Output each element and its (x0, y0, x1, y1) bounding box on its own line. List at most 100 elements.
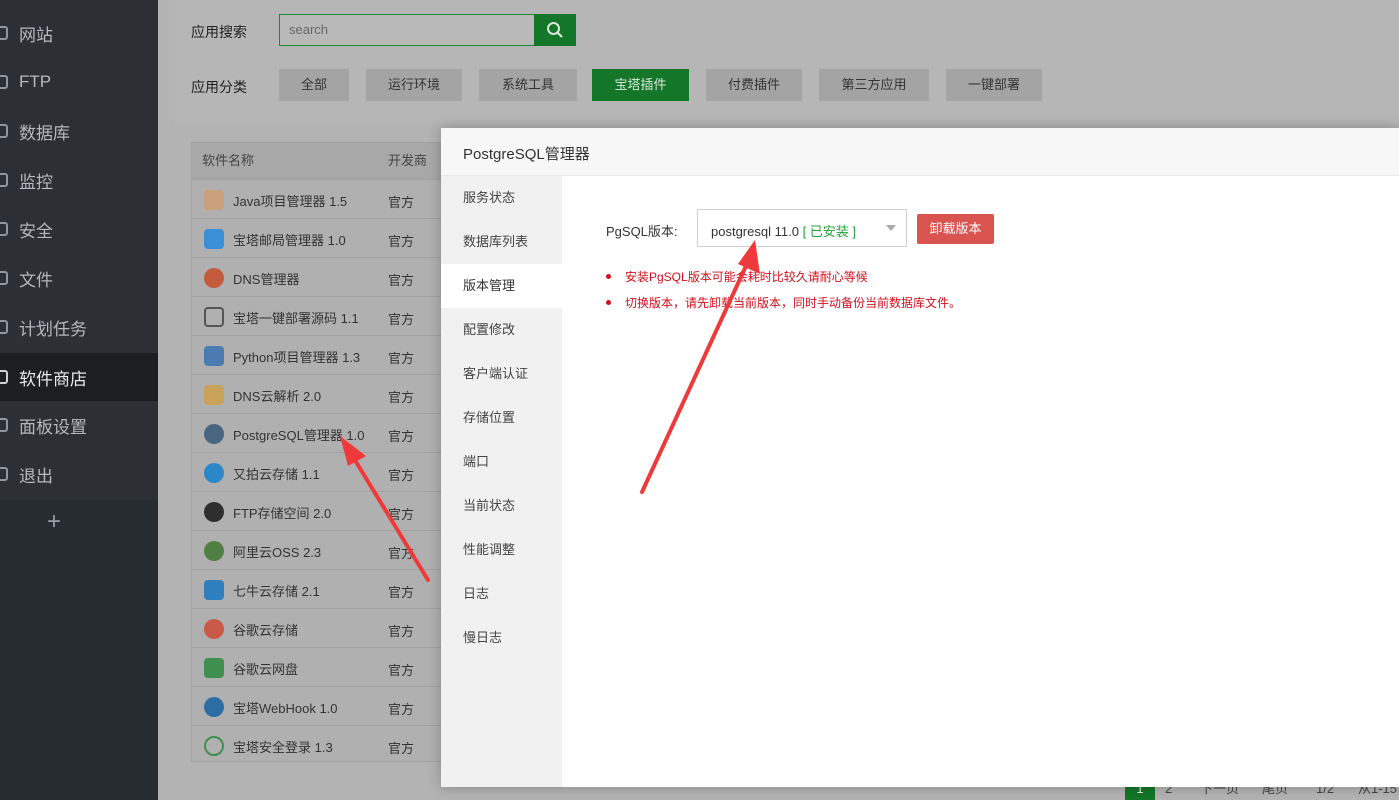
row-developer: 官方 (388, 624, 415, 639)
nav-current-status[interactable]: 当前状态 (441, 484, 562, 528)
nav-port[interactable]: 端口 (441, 440, 562, 484)
aliyun-oss-icon (204, 541, 224, 561)
sidebar-item-store[interactable]: 软件商店 (0, 353, 158, 401)
dns-icon (204, 268, 224, 288)
sidebar-item-label: 软件商店 (19, 369, 87, 389)
row-name: 又拍云存储 1.1 (233, 467, 320, 482)
row-developer: 官方 (388, 351, 415, 366)
nav-service-status[interactable]: 服务状态 (441, 176, 562, 220)
gear-icon (0, 418, 8, 432)
sidebar-item-monitor[interactable]: 监控 (0, 156, 158, 204)
row-developer: 官方 (388, 312, 415, 327)
sidebar-item-label: 安全 (19, 221, 53, 241)
table-row[interactable]: Python项目管理器 1.3 官方 (192, 335, 452, 374)
modal-nav: 服务状态 数据库列表 版本管理 配置修改 客户端认证 存储位置 端口 当前状态 … (441, 176, 562, 787)
row-developer: 官方 (388, 585, 415, 600)
category-system-tools[interactable]: 系统工具 (479, 69, 577, 101)
java-icon (204, 190, 224, 210)
category-bt-plugins[interactable]: 宝塔插件 (592, 69, 689, 101)
python-icon (204, 346, 224, 366)
nav-version-management[interactable]: 版本管理 (441, 264, 562, 308)
note-item: 安装PgSQL版本可能会耗时比较久请耐心等候 (606, 268, 961, 294)
sidebar-item-settings[interactable]: 面板设置 (0, 401, 158, 449)
sidebar-item-website[interactable]: 网站 (0, 9, 158, 57)
uninstall-version-button[interactable]: 卸载版本 (917, 214, 994, 244)
upyun-icon (204, 463, 224, 483)
table-row[interactable]: Java项目管理器 1.5 官方 (192, 179, 452, 218)
table-row[interactable]: 谷歌云网盘 官方 (192, 647, 452, 686)
sidebar-item-label: 计划任务 (19, 319, 87, 339)
grid-icon (0, 370, 8, 384)
category-paid-plugins[interactable]: 付费插件 (706, 69, 802, 101)
category-all[interactable]: 全部 (279, 69, 349, 101)
version-management-panel: PgSQL版本: postgresql 11.0 [ 已安装 ] 卸载版本 安装… (562, 176, 1399, 787)
table-row[interactable]: 宝塔邮局管理器 1.0 官方 (192, 218, 452, 257)
row-name: 七牛云存储 2.1 (233, 584, 320, 599)
row-name: 宝塔一键部署源码 1.1 (233, 311, 359, 326)
row-developer: 官方 (388, 468, 415, 483)
postgresql-modal: PostgreSQL管理器 服务状态 数据库列表 版本管理 配置修改 客户端认证… (441, 128, 1399, 787)
sidebar-item-cron[interactable]: 计划任务 (0, 303, 158, 351)
folder-icon (0, 271, 8, 285)
row-name: Python项目管理器 1.3 (233, 350, 361, 365)
ftp-cloud-icon (204, 502, 224, 522)
sidebar-item-files[interactable]: 文件 (0, 254, 158, 302)
nav-client-auth[interactable]: 客户端认证 (441, 352, 562, 396)
sidebar-item-label: 退出 (19, 466, 53, 486)
nav-config-edit[interactable]: 配置修改 (441, 308, 562, 352)
sidebar-item-label: 数据库 (19, 123, 70, 143)
logout-icon (0, 467, 8, 481)
row-name: 阿里云OSS 2.3 (233, 545, 322, 560)
sidebar-item-ftp[interactable]: FTP (0, 58, 158, 106)
sidebar-item-label: 监控 (19, 172, 53, 192)
category-label: 应用分类 (191, 79, 247, 95)
table-row[interactable]: FTP存储空间 2.0 官方 (192, 491, 452, 530)
nav-storage-location[interactable]: 存储位置 (441, 396, 562, 440)
table-row[interactable]: 又拍云存储 1.1 官方 (192, 452, 452, 491)
nav-log[interactable]: 日志 (441, 572, 562, 616)
search-input[interactable]: search (279, 14, 535, 46)
table-row[interactable]: 宝塔安全登录 1.3 官方 (192, 725, 452, 764)
search-label: 应用搜索 (191, 24, 247, 40)
nav-database-list[interactable]: 数据库列表 (441, 220, 562, 264)
dns-cloud-icon (204, 385, 224, 405)
version-label: PgSQL版本: (606, 224, 678, 239)
google-cloud-icon (204, 619, 224, 639)
search-button[interactable] (534, 14, 576, 46)
table-row[interactable]: 阿里云OSS 2.3 官方 (192, 530, 452, 569)
table-row[interactable]: DNS云解析 2.0 官方 (192, 374, 452, 413)
sidebar-item-security[interactable]: 安全 (0, 205, 158, 253)
header-developer: 开发商 (388, 153, 428, 168)
table-row[interactable]: 宝塔WebHook 1.0 官方 (192, 686, 452, 725)
table-row[interactable]: DNS管理器 官方 (192, 257, 452, 296)
table-row[interactable]: 宝塔一键部署源码 1.1 官方 (192, 296, 452, 335)
row-name: Java项目管理器 1.5 (233, 194, 348, 209)
table-row[interactable]: 七牛云存储 2.1 官方 (192, 569, 452, 608)
monitor-icon (0, 173, 8, 187)
table-row[interactable]: PostgreSQL管理器 1.0 官方 (192, 413, 452, 452)
modal-header: PostgreSQL管理器 (441, 128, 1399, 176)
row-name: 宝塔邮局管理器 1.0 (233, 233, 346, 248)
row-name: 宝塔WebHook 1.0 (233, 701, 338, 716)
version-select[interactable]: postgresql 11.0 [ 已安装 ] (697, 209, 907, 247)
table-row[interactable]: 谷歌云存储 官方 (192, 608, 452, 647)
category-one-click[interactable]: 一键部署 (946, 69, 1042, 101)
category-runtime[interactable]: 运行环境 (366, 69, 462, 101)
sidebar-item-database[interactable]: 数据库 (0, 107, 158, 155)
sidebar-item-logout[interactable]: 退出 (0, 450, 158, 498)
nav-slow-log[interactable]: 慢日志 (441, 616, 562, 660)
nav-performance[interactable]: 性能调整 (441, 528, 562, 572)
row-developer: 官方 (388, 429, 415, 444)
row-name: DNS管理器 (233, 272, 300, 287)
software-table: 软件名称 开发商 Java项目管理器 1.5 官方 宝塔邮局管理器 1.0 官方 D… (191, 142, 452, 764)
modal-title: PostgreSQL管理器 (463, 146, 590, 163)
row-developer: 官方 (388, 702, 415, 717)
row-name: FTP存储空间 2.0 (233, 506, 332, 521)
sidebar: 网站 FTP 数据库 监控 安全 文件 计划任务 软件商店 面板设置 退出 + (0, 0, 158, 800)
row-developer: 官方 (388, 390, 415, 405)
category-third-party[interactable]: 第三方应用 (819, 69, 929, 101)
shield-icon (0, 222, 8, 236)
row-developer: 官方 (388, 234, 415, 249)
add-menu-button[interactable]: + (47, 508, 61, 536)
row-name: PostgreSQL管理器 1.0 (233, 428, 365, 443)
